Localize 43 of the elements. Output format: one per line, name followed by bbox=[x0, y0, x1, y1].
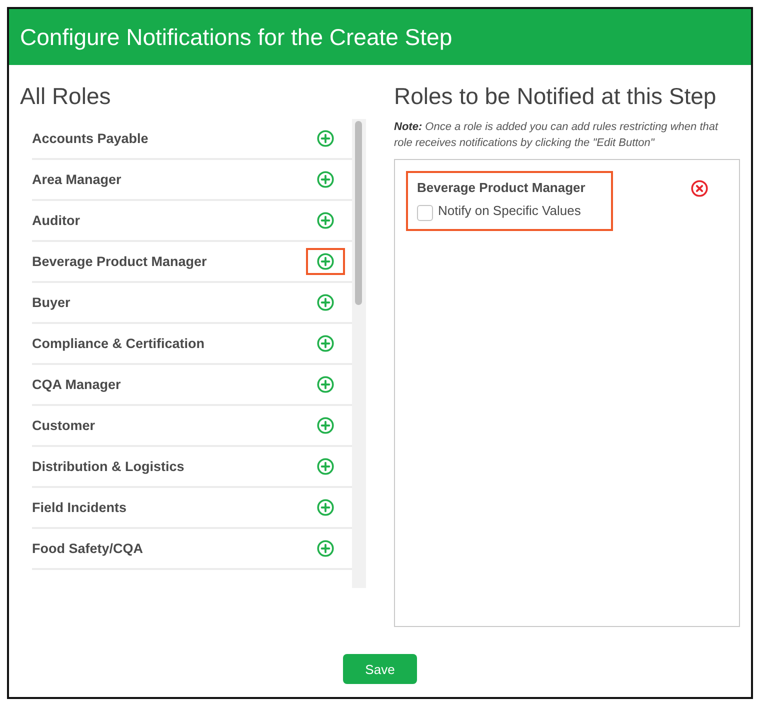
plus-circle-icon bbox=[316, 499, 334, 516]
role-name: Beverage Product Manager bbox=[32, 254, 207, 269]
add-button[interactable] bbox=[316, 294, 334, 311]
plus-circle-icon bbox=[316, 212, 334, 229]
plus-circle-icon bbox=[316, 253, 334, 270]
role-name: Distribution & Logistics bbox=[32, 459, 184, 474]
add-button[interactable] bbox=[316, 458, 334, 475]
add-button[interactable] bbox=[316, 335, 334, 352]
scrollbar-thumb[interactable] bbox=[355, 121, 362, 305]
role-name: Auditor bbox=[32, 213, 80, 228]
role-name: CQA Manager bbox=[32, 377, 121, 392]
role-name: Food Safety/CQA bbox=[32, 541, 144, 556]
role-name: Area Manager bbox=[32, 172, 122, 187]
note-text: Note: Once a role is added you can add rules restricting when that role receives notifications by clicking the "Edit Button" bbox=[394, 120, 720, 151]
add-button[interactable] bbox=[316, 171, 334, 188]
plus-circle-icon bbox=[316, 294, 334, 311]
remove-icon[interactable] bbox=[691, 180, 708, 197]
save-button[interactable]: Save bbox=[343, 654, 417, 684]
role-name: Customer bbox=[32, 418, 96, 433]
checkbox-label: Notify on Specific Values bbox=[438, 203, 581, 219]
plus-circle-icon bbox=[316, 171, 334, 188]
role-name: Field Incidents bbox=[32, 500, 127, 515]
add-button[interactable] bbox=[316, 212, 334, 229]
plus-circle-icon bbox=[316, 417, 334, 434]
plus-circle-icon bbox=[316, 376, 334, 393]
plus-circle-icon bbox=[316, 130, 334, 147]
role-name: Compliance & Certification bbox=[32, 336, 205, 351]
dialog-title: Configure Notifications for the Create Step bbox=[20, 23, 452, 51]
plus-circle-icon bbox=[316, 540, 334, 557]
role-name: Beverage Product Manager bbox=[417, 180, 586, 196]
plus-circle-icon bbox=[316, 458, 334, 475]
add-button[interactable] bbox=[316, 376, 334, 393]
role-name: Accounts Payable bbox=[32, 131, 148, 146]
add-button[interactable] bbox=[316, 417, 334, 434]
checkbox[interactable] bbox=[417, 205, 433, 221]
add-button[interactable] bbox=[306, 248, 344, 275]
role-name: Buyer bbox=[32, 295, 70, 310]
plus-circle-icon bbox=[316, 335, 334, 352]
add-button[interactable] bbox=[316, 499, 334, 516]
section-heading: All Roles bbox=[20, 82, 112, 110]
add-button[interactable] bbox=[316, 540, 334, 557]
add-button[interactable] bbox=[316, 130, 334, 147]
section-heading: Roles to be Notified at this Step bbox=[394, 82, 718, 110]
